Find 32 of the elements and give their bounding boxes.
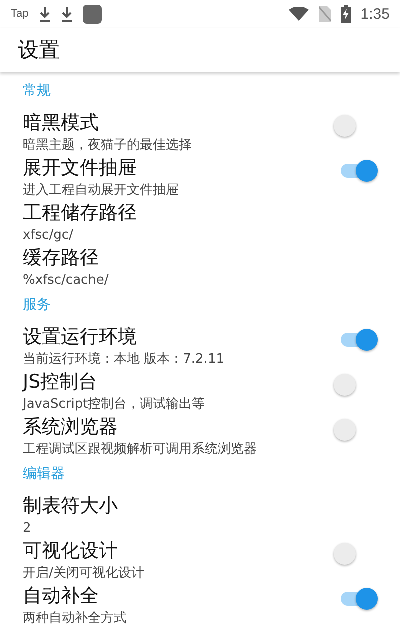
setting-title: 系统浏览器 — [23, 416, 118, 439]
setting-summary: JavaScript控制台，调试输出等 — [23, 396, 206, 414]
setting-title: 缓存路径 — [23, 247, 99, 270]
app-icon — [82, 4, 102, 24]
app-label: Tap — [11, 8, 29, 20]
no-sim-icon — [318, 6, 331, 22]
setting-summary: %xfsc/cache/ — [23, 272, 110, 290]
setting-summary: 2 — [23, 520, 32, 538]
download-icon — [38, 6, 51, 22]
screen-title: 设置 — [18, 37, 60, 64]
setting-title: 设置运行环境 — [23, 326, 137, 349]
setting-title: 可视化设计 — [23, 540, 118, 563]
setting-title: 展开文件抽屉 — [23, 157, 137, 180]
clock: 1:35 — [360, 6, 390, 22]
battery-charging-icon — [340, 5, 351, 23]
setting-summary: 当前运行环境：本地 版本：7.2.11 — [23, 351, 226, 369]
section-header: 服务 — [23, 296, 51, 315]
setting-title: 自动补全 — [23, 585, 99, 608]
setting-title: 工程储存路径 — [23, 202, 137, 225]
setting-summary: 工程调试区跟视频解析可调用系统浏览器 — [23, 441, 258, 459]
setting-summary: 进入工程自动展开文件抽屉 — [23, 182, 180, 200]
setting-summary: 暗黑主题，夜猫子的最佳选择 — [23, 137, 193, 155]
setting-summary: 两种自动补全方式 — [23, 610, 128, 624]
wifi-icon — [288, 7, 309, 21]
setting-title: 暗黑模式 — [23, 112, 99, 135]
section-header: 编辑器 — [23, 465, 65, 484]
setting-summary: 开启/关闭可视化设计 — [23, 565, 146, 583]
setting-title: 制表符大小 — [23, 495, 118, 518]
setting-title: JS控制台 — [23, 371, 98, 394]
section-header: 常规 — [23, 82, 51, 101]
setting-summary: xfsc/gc/ — [23, 227, 74, 245]
download-icon — [60, 6, 73, 22]
